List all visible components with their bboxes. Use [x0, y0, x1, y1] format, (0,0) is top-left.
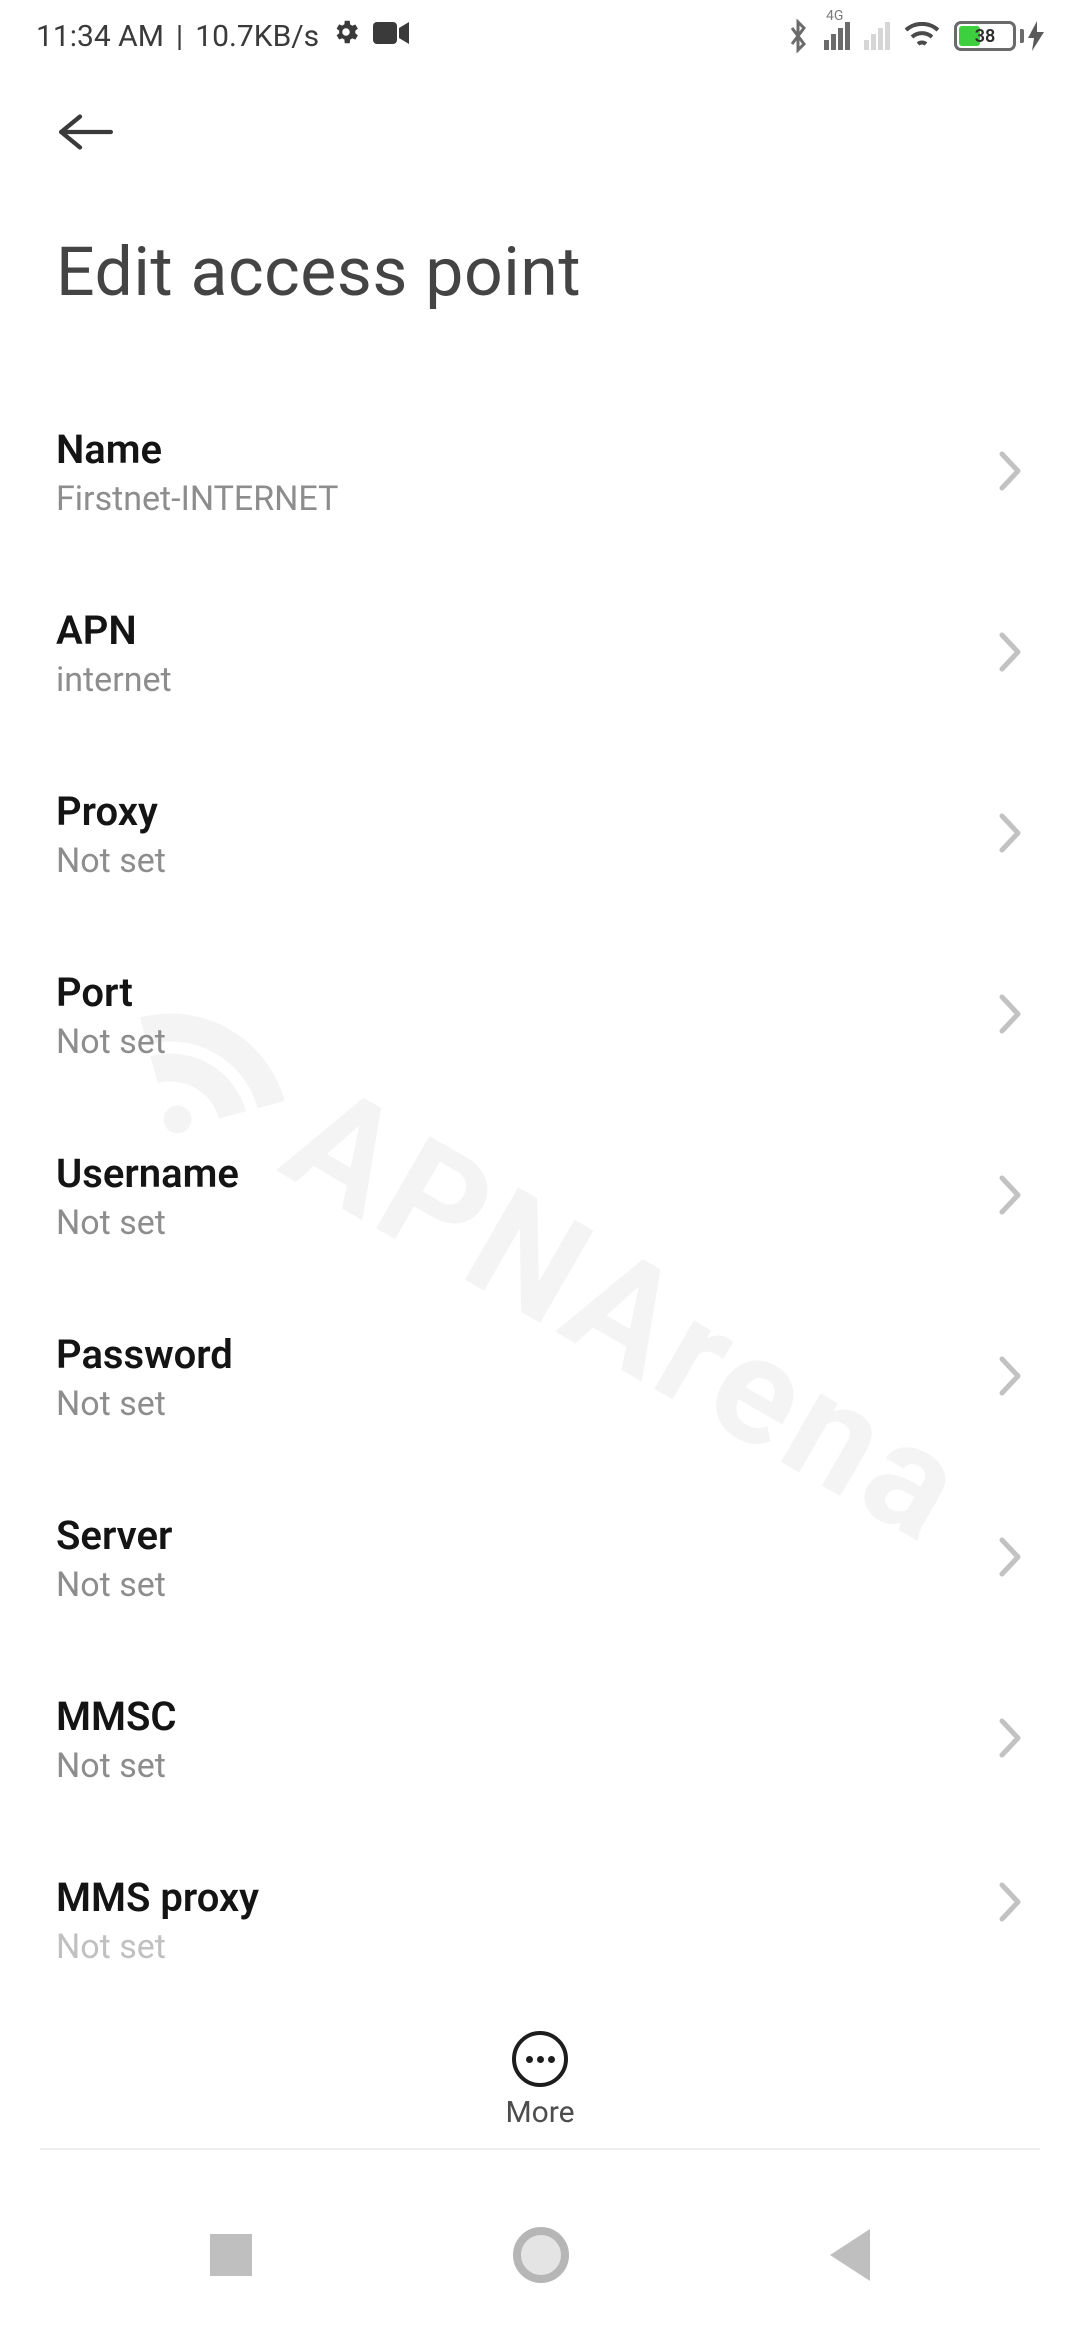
row-value: internet [56, 660, 964, 700]
row-label: MMS proxy [56, 1874, 964, 1921]
chevron-right-icon [998, 450, 1024, 496]
row-label: Server [56, 1512, 964, 1559]
row-label: Name [56, 426, 964, 473]
back-button[interactable] [56, 102, 116, 162]
row-username[interactable]: Username Not set [56, 1106, 1024, 1287]
more-ellipsis-icon [512, 2031, 568, 2087]
row-label: Port [56, 969, 964, 1016]
more-button[interactable]: More [0, 2031, 1080, 2130]
chevron-right-icon [998, 1536, 1024, 1582]
row-port[interactable]: Port Not set [56, 925, 1024, 1106]
row-mmsc[interactable]: MMSC Not set [56, 1649, 1024, 1830]
row-name[interactable]: Name Firstnet-INTERNET [56, 382, 1024, 563]
row-value: Not set [56, 841, 964, 881]
row-value: Not set [56, 1203, 964, 1243]
camera-icon [373, 19, 409, 54]
status-bar: 11:34 AM | 10.7KB/s 4G [0, 0, 1080, 72]
footer-divider [40, 2148, 1040, 2150]
row-value: Not set [56, 1565, 964, 1605]
bluetooth-icon [786, 19, 810, 53]
status-left: 11:34 AM | 10.7KB/s [36, 17, 409, 55]
page-title: Edit access point [0, 162, 1080, 372]
nav-back-button[interactable] [830, 2229, 870, 2281]
row-label: Password [56, 1331, 964, 1378]
settings-gear-icon [331, 17, 361, 55]
nav-recent-button[interactable] [210, 2234, 252, 2276]
chevron-right-icon [998, 1174, 1024, 1220]
more-label: More [505, 2095, 574, 2130]
signal-no-sim-icon [864, 22, 890, 50]
status-time: 11:34 AM [36, 19, 164, 54]
row-value: Not set [56, 1927, 964, 1967]
wifi-icon [904, 22, 940, 50]
android-nav-bar [0, 2170, 1080, 2340]
row-password[interactable]: Password Not set [56, 1287, 1024, 1468]
row-value: Not set [56, 1384, 964, 1424]
row-value: Not set [56, 1022, 964, 1062]
chevron-right-icon [998, 1355, 1024, 1401]
row-value: Not set [56, 1746, 964, 1786]
chevron-right-icon [998, 631, 1024, 677]
row-label: MMSC [56, 1693, 964, 1740]
signal-4g-icon: 4G [824, 22, 850, 50]
chevron-right-icon [998, 812, 1024, 858]
header [0, 72, 1080, 162]
row-mms-proxy[interactable]: MMS proxy Not set [56, 1830, 1024, 1977]
row-server[interactable]: Server Not set [56, 1468, 1024, 1649]
status-net-speed: 10.7KB/s [195, 19, 319, 54]
row-proxy[interactable]: Proxy Not set [56, 744, 1024, 925]
row-label: Username [56, 1150, 964, 1197]
battery-icon: 38 [954, 21, 1044, 51]
status-separator: | [176, 19, 183, 54]
row-label: Proxy [56, 788, 964, 835]
row-label: APN [56, 607, 964, 654]
chevron-right-icon [998, 1881, 1024, 1927]
chevron-right-icon [998, 1717, 1024, 1763]
chevron-right-icon [998, 993, 1024, 1039]
status-right: 4G 38 [786, 19, 1044, 53]
row-apn[interactable]: APN internet [56, 563, 1024, 744]
row-value: Firstnet-INTERNET [56, 479, 964, 519]
apn-form-list: Name Firstnet-INTERNET APN internet Prox… [0, 372, 1080, 1977]
nav-home-button[interactable] [513, 2227, 569, 2283]
